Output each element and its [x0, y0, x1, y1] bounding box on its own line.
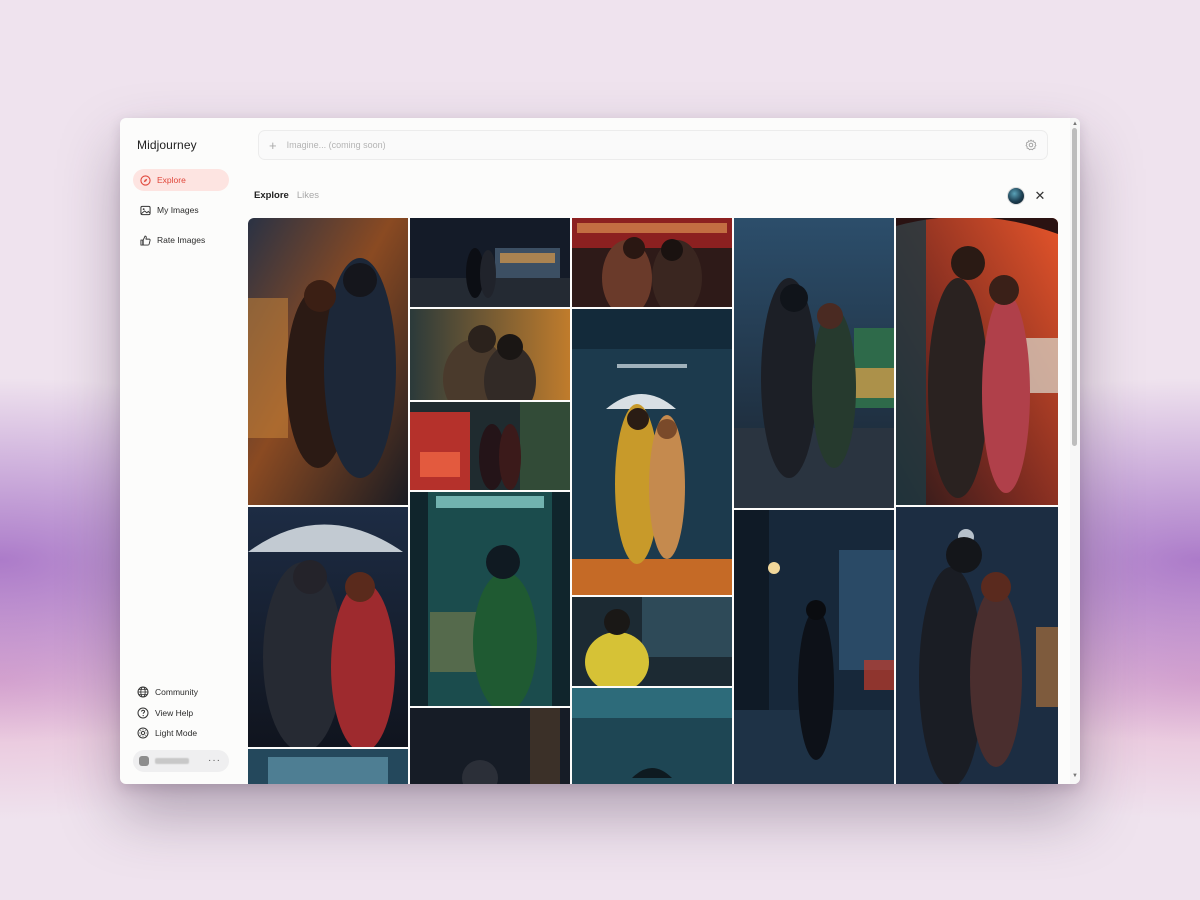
- gallery-image[interactable]: [410, 309, 570, 400]
- tab-explore[interactable]: Explore: [254, 190, 289, 201]
- gallery-image[interactable]: [410, 218, 570, 307]
- image-icon: [139, 204, 151, 216]
- tab-bar: Explore Likes: [254, 190, 319, 201]
- gallery-image[interactable]: [572, 597, 732, 686]
- sidebar-item-explore[interactable]: Explore: [133, 169, 229, 191]
- sidebar-item-my-images[interactable]: My Images: [133, 199, 229, 221]
- close-icon[interactable]: ✕: [1032, 188, 1048, 204]
- user-name-redacted: [155, 758, 189, 764]
- sidebar-item-label: My Images: [157, 205, 199, 215]
- sun-icon: [137, 727, 149, 739]
- light-mode-label: Light Mode: [155, 728, 198, 738]
- gallery-image[interactable]: [248, 218, 408, 505]
- globe-icon: [137, 686, 149, 698]
- gallery-image[interactable]: [734, 218, 894, 508]
- gear-icon[interactable]: [1025, 139, 1037, 151]
- gallery-image[interactable]: [410, 402, 570, 490]
- plus-icon[interactable]: +: [269, 139, 277, 152]
- gallery-image[interactable]: [248, 749, 408, 784]
- gallery-image[interactable]: [572, 688, 732, 784]
- sidebar: Midjourney Explore My Images Rate Images…: [120, 118, 238, 784]
- scrollbar[interactable]: ▲ ▼: [1070, 118, 1080, 784]
- imagine-input[interactable]: [286, 140, 1015, 150]
- community-label: Community: [155, 687, 198, 697]
- sidebar-item-label: Explore: [157, 175, 186, 185]
- help-circle-icon: [137, 707, 149, 719]
- sidebar-item-rate-images[interactable]: Rate Images: [133, 229, 229, 251]
- gallery-image[interactable]: [572, 309, 732, 595]
- scrollbar-thumb[interactable]: [1072, 128, 1077, 446]
- sidebar-item-label: Rate Images: [157, 235, 206, 245]
- app-window: Midjourney Explore My Images Rate Images…: [120, 118, 1080, 784]
- gallery-image[interactable]: [410, 492, 570, 706]
- compass-icon: [139, 174, 151, 186]
- scroll-up-icon[interactable]: ▲: [1072, 121, 1078, 127]
- brand-logo[interactable]: Midjourney: [137, 138, 197, 152]
- gallery-image[interactable]: [572, 218, 732, 307]
- view-help-label: View Help: [155, 708, 194, 718]
- light-mode-toggle[interactable]: Light Mode: [137, 725, 197, 741]
- scroll-down-icon[interactable]: ▼: [1072, 773, 1078, 779]
- more-options-icon[interactable]: ···: [208, 756, 221, 766]
- avatar: [139, 756, 149, 766]
- gallery-image[interactable]: [248, 507, 408, 747]
- profile-avatar[interactable]: [1007, 187, 1025, 205]
- thumbs-up-icon: [139, 234, 151, 246]
- user-menu[interactable]: ···: [133, 750, 229, 772]
- gallery-image[interactable]: [896, 218, 1058, 505]
- image-gallery: [248, 218, 1058, 784]
- gallery-image[interactable]: [734, 510, 894, 784]
- gallery-image[interactable]: [896, 507, 1058, 784]
- gallery-image[interactable]: [410, 708, 570, 784]
- community-link[interactable]: Community: [137, 684, 198, 700]
- imagine-bar[interactable]: +: [258, 130, 1048, 160]
- tab-likes[interactable]: Likes: [297, 190, 319, 201]
- view-help-link[interactable]: View Help: [137, 705, 193, 721]
